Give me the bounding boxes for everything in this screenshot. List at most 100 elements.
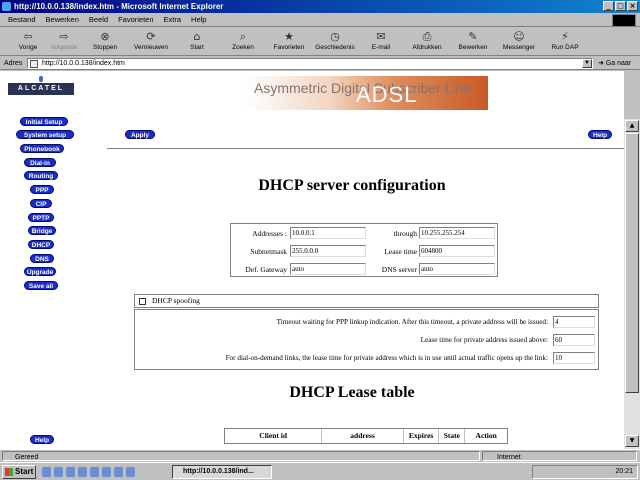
toolbar-vorige-button[interactable]: ⇦ Vorige bbox=[10, 28, 46, 56]
toolbar-messenger-button[interactable]: ☺ Messenger bbox=[496, 28, 542, 56]
menu-beeld[interactable]: Beeld bbox=[89, 15, 108, 24]
quicklaunch-app-icon[interactable] bbox=[90, 467, 99, 477]
nav-dns-button[interactable]: DNS bbox=[30, 254, 54, 263]
scroll-thumb[interactable] bbox=[625, 133, 639, 393]
menu-bar: Bestand Bewerken Beeld Favorieten Extra … bbox=[0, 13, 640, 27]
toolbar-geschiedenis-button[interactable]: ◷ Geschiedenis bbox=[312, 28, 358, 56]
alcatel-logo: ALCATEL bbox=[8, 76, 74, 95]
status-text-cell: Gereed bbox=[2, 451, 480, 461]
nav-upgrade-button[interactable]: Upgrade bbox=[24, 267, 56, 276]
taskbar: Start http://10.0.0.138/ind... 20:21 bbox=[0, 462, 640, 480]
toolbar-favorieten-button[interactable]: ★ Favorieten bbox=[266, 28, 312, 56]
scroll-up-button[interactable]: ▲ bbox=[625, 120, 639, 132]
window-title: http://10.0.0.138/index.htm - Microsoft … bbox=[14, 2, 224, 11]
nav-dial-in-button[interactable]: Dial-in bbox=[24, 158, 56, 167]
help-button[interactable]: Help bbox=[588, 130, 612, 139]
quicklaunch-folder-icon[interactable] bbox=[78, 467, 87, 477]
taskbar-ie-window[interactable]: http://10.0.0.138/ind... bbox=[172, 465, 272, 479]
quicklaunch-mail-icon[interactable] bbox=[66, 467, 75, 477]
toolbar-start-button[interactable]: ⌂ Start bbox=[174, 28, 220, 56]
toolbar-label: Zoeken bbox=[232, 44, 254, 51]
lease-table: Client id address Expires State Action bbox=[224, 428, 508, 444]
nav-help-button[interactable]: Help bbox=[30, 435, 54, 444]
back-arrow-icon: ⇦ bbox=[23, 30, 33, 43]
quicklaunch-app3-icon[interactable] bbox=[114, 467, 123, 477]
title-bar: http://10.0.0.138/index.htm - Microsoft … bbox=[0, 0, 640, 13]
minimize-button[interactable]: _ bbox=[603, 1, 614, 11]
quick-launch bbox=[42, 467, 135, 477]
quicklaunch-app4-icon[interactable] bbox=[126, 467, 135, 477]
toolbar-zoeken-button[interactable]: ⌕ Zoeken bbox=[220, 28, 266, 56]
private-lease-input[interactable]: 60 bbox=[553, 334, 595, 346]
quicklaunch-app2-icon[interactable] bbox=[102, 467, 111, 477]
toolbar-run-dap-button[interactable]: ⚡ Run DAP bbox=[542, 28, 588, 56]
gateway-input[interactable]: auto bbox=[290, 263, 366, 275]
status-bar: Gereed Internet bbox=[0, 449, 640, 461]
toolbar-label: Start bbox=[190, 44, 204, 51]
menu-help[interactable]: Help bbox=[191, 15, 206, 24]
scroll-down-button[interactable]: ▼ bbox=[625, 435, 639, 447]
col-expires: Expires bbox=[404, 429, 440, 443]
lease-table-title: DHCP Lease table bbox=[289, 384, 415, 401]
adsl-banner: Asymmetric Digital Subscriber Line ADSL bbox=[244, 76, 488, 110]
nav-phonebook-button[interactable]: Phonebook bbox=[20, 144, 64, 153]
nav-dhcp-button[interactable]: DHCP bbox=[28, 240, 54, 249]
toolbar-label: E-mail bbox=[371, 44, 391, 51]
windows-flag-icon bbox=[5, 468, 13, 476]
toolbar-volgende-button[interactable]: ⇨ Volgende bbox=[46, 28, 82, 56]
close-button[interactable]: × bbox=[627, 1, 638, 11]
address-dropdown-button[interactable]: ▼ bbox=[582, 59, 592, 68]
status-zone: Internet bbox=[497, 454, 521, 461]
lease-time-input[interactable]: 604800 bbox=[419, 245, 495, 257]
browser-window: http://10.0.0.138/index.htm - Microsoft … bbox=[0, 0, 640, 480]
nav-ppp-button[interactable]: PPP bbox=[30, 185, 54, 194]
vertical-scrollbar[interactable]: ▲ ▼ bbox=[624, 119, 640, 449]
toolbar-bewerken-button[interactable]: ✎ Bewerken bbox=[450, 28, 496, 56]
quicklaunch-desktop-icon[interactable] bbox=[54, 467, 63, 477]
menu-favorieten[interactable]: Favorieten bbox=[118, 15, 153, 24]
toolbar-label: Bewerken bbox=[458, 44, 488, 51]
print-icon: ⎙ bbox=[422, 30, 432, 43]
nav-pptp-button[interactable]: PPTP bbox=[28, 213, 54, 222]
dhcp-config-table: Addresses : 10.0.0.1 through 10.255.255.… bbox=[230, 223, 498, 277]
toolbar-afdrukken-button[interactable]: ⎙ Afdrukken bbox=[404, 28, 450, 56]
nav-save-all-button[interactable]: Save all bbox=[24, 281, 58, 290]
address-input[interactable]: http://10.0.0.138/index.htm bbox=[27, 58, 593, 69]
toolbar-label: Favorieten bbox=[273, 44, 305, 51]
nav-cip-button[interactable]: CIP bbox=[30, 199, 52, 208]
gateway-label: Def. Gateway bbox=[245, 265, 287, 274]
quicklaunch-ie-icon[interactable] bbox=[42, 467, 51, 477]
start-button[interactable]: Start bbox=[2, 465, 36, 479]
start-label: Start bbox=[15, 467, 34, 476]
address-from-input[interactable]: 10.0.0.1 bbox=[290, 227, 366, 239]
toolbar-label: Stoppen bbox=[92, 44, 118, 51]
subnet-input[interactable]: 255.0.0.0 bbox=[290, 245, 366, 257]
dns-server-input[interactable]: auto bbox=[419, 263, 495, 275]
refresh-icon: ⟳ bbox=[146, 30, 156, 43]
forward-arrow-icon: ⇨ bbox=[59, 30, 69, 43]
address-to-input[interactable]: 10.255.255.254 bbox=[419, 227, 495, 239]
status-zone-cell: Internet bbox=[482, 451, 637, 461]
toolbar-stoppen-button[interactable]: ⊗ Stoppen bbox=[82, 28, 128, 56]
apply-button[interactable]: Apply bbox=[125, 130, 155, 139]
nav-initial-setup-button[interactable]: Initial Setup bbox=[20, 117, 68, 126]
maximize-button[interactable]: □ bbox=[615, 1, 626, 11]
toolbar-e-mail-button[interactable]: ✉ E-mail bbox=[358, 28, 404, 56]
nav-bridge-button[interactable]: Bridge bbox=[28, 226, 56, 235]
timeout-input[interactable]: 4 bbox=[553, 316, 595, 328]
go-button[interactable]: ➜ Ga naar bbox=[598, 59, 631, 67]
messenger-icon: ☺ bbox=[513, 30, 525, 43]
toolbar-vernieuwen-button[interactable]: ⟳ Vernieuwen bbox=[128, 28, 174, 56]
dial-on-demand-input[interactable]: 10 bbox=[553, 352, 595, 364]
banner-frame: Asymmetric Digital Subscriber Line ADSL bbox=[80, 71, 624, 119]
toolbar-label: Messenger bbox=[502, 44, 536, 51]
dhcp-spoofing-checkbox[interactable] bbox=[139, 297, 146, 305]
toolbar-label: Afdrukken bbox=[412, 44, 442, 51]
menu-bestand[interactable]: Bestand bbox=[8, 15, 36, 24]
lease-time-label: Lease time bbox=[384, 247, 417, 256]
menu-bewerken[interactable]: Bewerken bbox=[46, 15, 79, 24]
nav-routing-button[interactable]: Routing bbox=[24, 171, 58, 180]
nav-system-setup-button[interactable]: System setup bbox=[16, 130, 74, 139]
dns-server-label: DNS server bbox=[381, 265, 417, 274]
menu-extra[interactable]: Extra bbox=[164, 15, 182, 24]
